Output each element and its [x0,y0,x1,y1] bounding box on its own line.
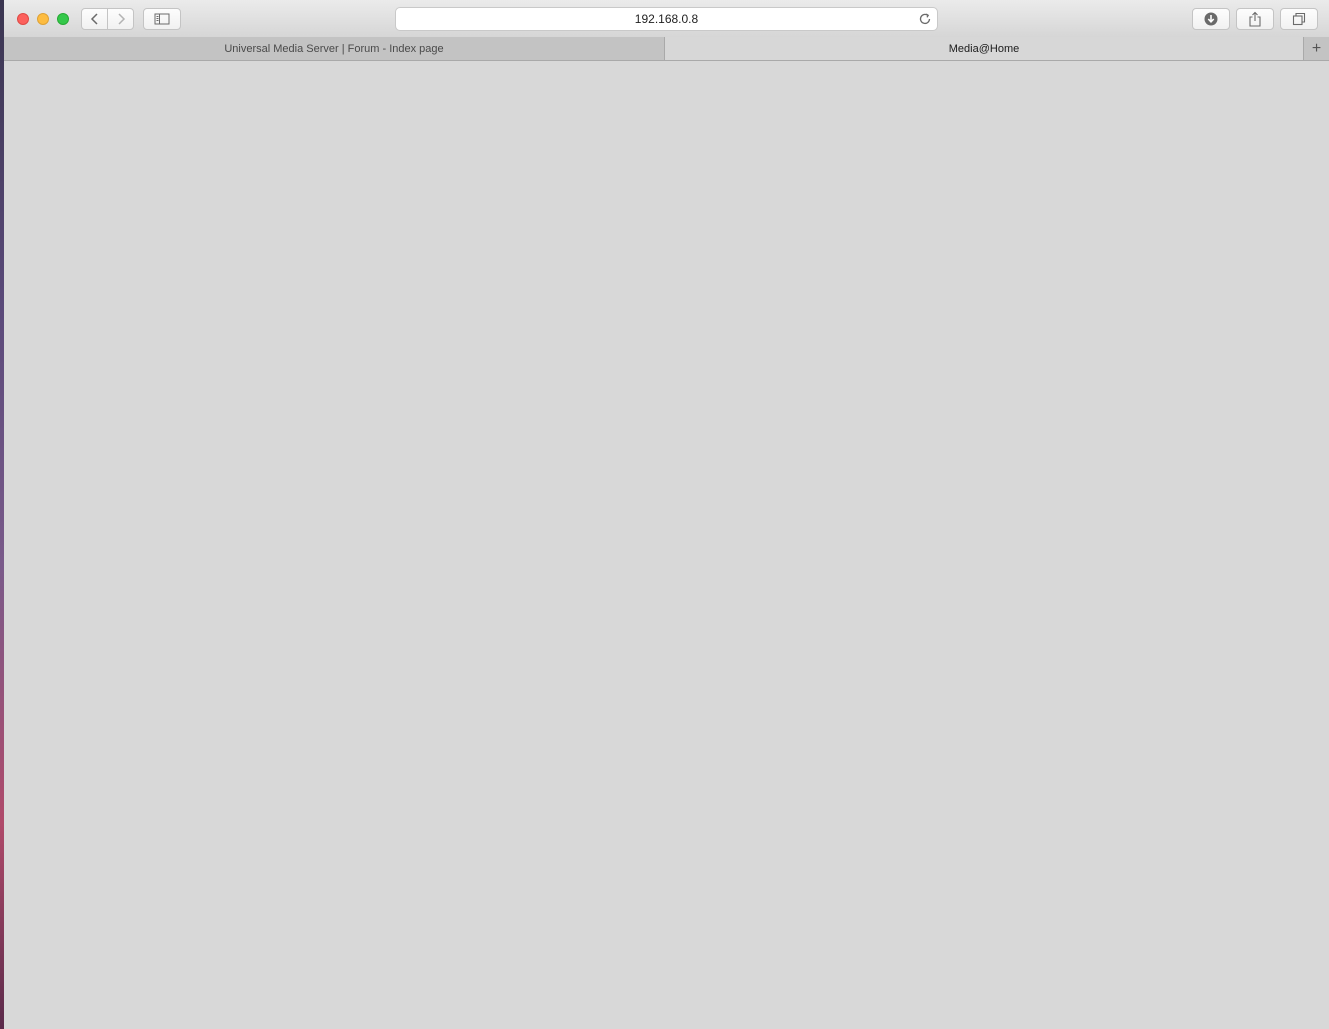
sidebar-toggle-button[interactable] [143,8,181,30]
minimize-window-button[interactable] [37,13,49,25]
maximize-window-button[interactable] [57,13,69,25]
tab-label: Universal Media Server | Forum - Index p… [224,42,444,55]
tab-overview-button[interactable] [1280,8,1318,30]
new-tab-button[interactable]: + [1304,37,1329,60]
chevron-left-icon [90,13,98,25]
tab-bar: Universal Media Server | Forum - Index p… [4,37,1329,61]
page-content [4,61,1329,1029]
share-icon [1249,11,1261,27]
browser-window: 192.168.0.8 Universal Media Server | For… [4,0,1329,1029]
tab-overview-icon [1292,12,1306,26]
sidebar-icon [154,13,170,25]
url-text[interactable]: 192.168.0.8 [396,12,937,26]
share-button[interactable] [1236,8,1274,30]
browser-toolbar: 192.168.0.8 [4,0,1329,38]
download-icon [1204,12,1218,26]
tab-media-at-home[interactable]: Media@Home [665,37,1304,60]
forward-button[interactable] [107,8,134,30]
back-button[interactable] [81,8,108,30]
downloads-button[interactable] [1192,8,1230,30]
tab-universal-media-server[interactable]: Universal Media Server | Forum - Index p… [4,37,665,60]
close-window-button[interactable] [17,13,29,25]
address-bar[interactable]: 192.168.0.8 [395,7,938,31]
chevron-right-icon [117,13,125,25]
tab-label: Media@Home [948,42,1020,55]
plus-icon: + [1311,39,1322,57]
reload-icon[interactable] [917,11,933,27]
